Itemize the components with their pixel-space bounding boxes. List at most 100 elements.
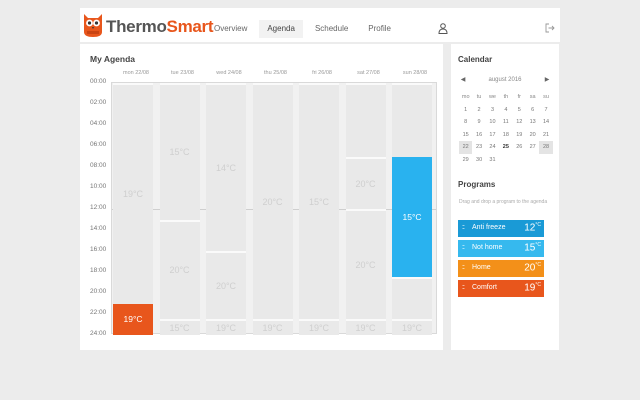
program-item[interactable]: :: Anti freeze 12°C bbox=[458, 220, 544, 237]
weekday-label: su bbox=[543, 94, 549, 101]
calendar-day[interactable] bbox=[539, 154, 552, 167]
calendar-day[interactable]: 15 bbox=[459, 129, 472, 142]
hour-label: 16:00 bbox=[90, 246, 107, 253]
temperature-block[interactable]: 19°C bbox=[252, 319, 293, 335]
temperature-block[interactable]: 20°C bbox=[252, 83, 293, 320]
calendar-day[interactable]: 20 bbox=[526, 129, 539, 142]
calendar-day[interactable]: 4 bbox=[499, 104, 512, 117]
temperature-block[interactable]: 15°C bbox=[299, 83, 339, 320]
calendar-day[interactable]: 28 bbox=[539, 141, 553, 154]
prev-month-button[interactable]: ◀ bbox=[458, 76, 468, 83]
calendar-day[interactable]: 17 bbox=[486, 129, 499, 142]
tab-schedule[interactable]: Schedule bbox=[307, 20, 356, 38]
calendar-day[interactable] bbox=[499, 154, 512, 167]
calendar-grid: mo tu we th fr sa su 1 2 3 4 5 6 7 8 9 10 11 12 13 14 15 16 17 1… bbox=[459, 91, 553, 166]
temperature-block[interactable]: 14°C bbox=[206, 83, 246, 251]
temperature-block[interactable] bbox=[345, 83, 386, 157]
calendar-day[interactable]: 22 bbox=[459, 141, 473, 154]
temperature-block[interactable]: 19°C bbox=[345, 319, 386, 335]
temperature-block[interactable]: 20°C bbox=[345, 209, 386, 320]
program-temp: 20°C bbox=[524, 262, 541, 273]
programs-title: Programs bbox=[458, 180, 496, 189]
calendar-day[interactable]: 2 bbox=[472, 104, 485, 117]
calendar-day[interactable]: 1 bbox=[459, 104, 472, 117]
tab-profile[interactable]: Profile bbox=[360, 20, 399, 38]
program-item[interactable]: :: Comfort 19°C bbox=[458, 280, 544, 297]
calendar-day[interactable]: 27 bbox=[526, 141, 539, 154]
calendar-day[interactable]: 26 bbox=[513, 141, 526, 154]
calendar-day[interactable]: 8 bbox=[459, 116, 472, 129]
temperature-block[interactable]: 15°C bbox=[159, 319, 200, 335]
hour-label: 00:00 bbox=[90, 78, 107, 85]
scheduled-program-block[interactable]: 19°C bbox=[113, 303, 153, 335]
calendar-day[interactable]: 29 bbox=[459, 154, 472, 167]
logout-icon[interactable] bbox=[545, 23, 555, 33]
top-bar: ThermoSmart Overview Agenda Schedule Pro… bbox=[80, 8, 560, 42]
program-item[interactable]: :: Not home 15°C bbox=[458, 240, 544, 257]
calendar-day[interactable]: 6 bbox=[526, 104, 539, 117]
calendar-day[interactable]: 18 bbox=[499, 129, 512, 142]
brand-name: ThermoSmart bbox=[106, 17, 214, 37]
calendar-day[interactable]: 12 bbox=[513, 116, 526, 129]
program-name: Home bbox=[472, 264, 491, 271]
logo[interactable]: ThermoSmart bbox=[80, 10, 214, 40]
hour-label: 24:00 bbox=[90, 330, 107, 337]
temperature-block[interactable]: 19°C bbox=[113, 83, 153, 304]
hour-label: 22:00 bbox=[90, 309, 107, 316]
agenda-grid[interactable]: 19°C 19°C 15°C 20°C 15°C 14°C 20°C 19°C 20°C 19°C… bbox=[111, 82, 437, 335]
calendar-day[interactable] bbox=[526, 154, 539, 167]
calendar-day[interactable] bbox=[513, 154, 526, 167]
temperature-block[interactable]: 19°C bbox=[392, 319, 432, 335]
temperature-block[interactable]: 20°C bbox=[159, 219, 200, 320]
program-temp: 15°C bbox=[524, 242, 541, 253]
calendar-day[interactable]: 21 bbox=[539, 129, 552, 142]
hour-label: 20:00 bbox=[90, 288, 107, 295]
owl-logo-icon bbox=[84, 14, 102, 37]
calendar-day[interactable]: 11 bbox=[499, 116, 512, 129]
day-header: wed 24/08 bbox=[216, 70, 242, 76]
calendar-day[interactable]: 19 bbox=[513, 129, 526, 142]
day-column: 15°C 20°C 15°C bbox=[159, 83, 200, 335]
month-label: august 2016 bbox=[488, 77, 522, 83]
calendar-day[interactable]: 24 bbox=[486, 141, 499, 154]
calendar-day[interactable]: 7 bbox=[539, 104, 552, 117]
user-icon[interactable] bbox=[438, 23, 448, 34]
temperature-block[interactable]: 20°C bbox=[345, 156, 386, 209]
calendar-day[interactable]: 23 bbox=[472, 141, 485, 154]
day-column: 20°C 19°C bbox=[252, 83, 293, 335]
program-temp-value: 20 bbox=[524, 262, 536, 274]
temperature-block[interactable] bbox=[392, 83, 432, 157]
calendar-day[interactable]: 14 bbox=[539, 116, 552, 129]
calendar-day[interactable]: 10 bbox=[486, 116, 499, 129]
temperature-block[interactable]: 19°C bbox=[299, 319, 339, 335]
calendar-day[interactable]: 31 bbox=[486, 154, 499, 167]
day-header: fri 26/08 bbox=[312, 70, 332, 76]
calendar-day[interactable]: 30 bbox=[472, 154, 485, 167]
calendar-day[interactable]: 16 bbox=[472, 129, 485, 142]
program-item[interactable]: :: Home 20°C bbox=[458, 260, 544, 277]
temperature-block[interactable]: 15°C bbox=[159, 83, 200, 220]
temperature-block[interactable] bbox=[392, 277, 432, 320]
calendar-day[interactable]: 5 bbox=[513, 104, 526, 117]
main-nav: Overview Agenda Schedule Profile bbox=[206, 20, 403, 38]
drag-grip-icon: :: bbox=[462, 244, 465, 251]
drag-grip-icon: :: bbox=[462, 284, 465, 291]
program-temp-value: 15 bbox=[524, 242, 536, 254]
temperature-block[interactable]: 20°C bbox=[206, 251, 246, 320]
day-column: 20°C 20°C 19°C bbox=[345, 83, 386, 335]
calendar-day[interactable]: 25 bbox=[499, 141, 512, 154]
weekday-label: th bbox=[503, 94, 509, 101]
hour-label: 14:00 bbox=[90, 225, 107, 232]
calendar-day[interactable]: 9 bbox=[472, 116, 485, 129]
next-month-button[interactable]: ▶ bbox=[542, 76, 552, 83]
day-column: 19°C 19°C bbox=[113, 83, 153, 335]
day-header: mon 22/08 bbox=[123, 70, 149, 76]
temperature-block[interactable]: 19°C bbox=[206, 319, 246, 335]
tab-overview[interactable]: Overview bbox=[206, 20, 255, 38]
drag-hint: Drag and drop a program to the agenda bbox=[459, 199, 548, 205]
calendar-day[interactable]: 13 bbox=[526, 116, 539, 129]
calendar-day[interactable]: 3 bbox=[486, 104, 499, 117]
tab-agenda[interactable]: Agenda bbox=[259, 20, 303, 38]
scheduled-program-block[interactable]: 15°C bbox=[392, 156, 432, 278]
calendar-title: Calendar bbox=[458, 55, 493, 64]
